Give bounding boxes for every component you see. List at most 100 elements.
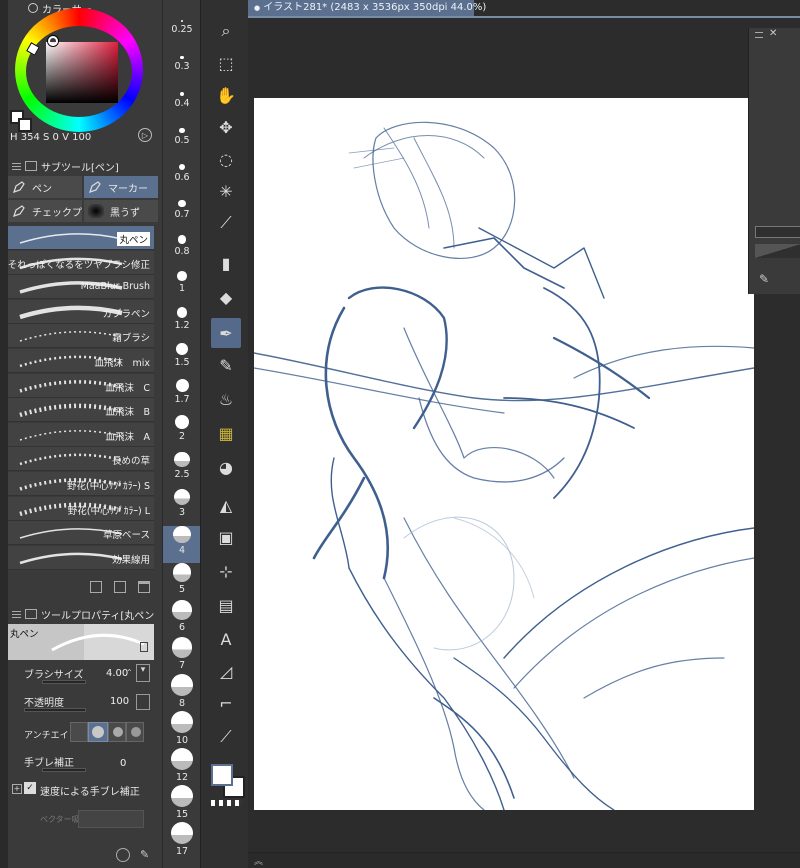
size-preset[interactable]: 1: [163, 267, 201, 304]
size-preset[interactable]: 7: [163, 637, 201, 674]
speed-stab-checkbox[interactable]: ✓: [24, 782, 36, 794]
line-correction-icon[interactable]: ⟋: [211, 722, 241, 752]
brush-size-spin-icon[interactable]: ⌃: [126, 668, 133, 677]
main-drawing-color[interactable]: [211, 764, 233, 786]
brush-item[interactable]: 野花(中心ｻﾌﾞｶﾗｰ) L: [8, 496, 154, 521]
fill-icon[interactable]: ◭: [211, 490, 241, 520]
tab-pen[interactable]: ペン: [8, 176, 82, 198]
expand-icon[interactable]: +: [12, 784, 22, 794]
brush-item[interactable]: 血飛沫 A: [8, 422, 154, 447]
duplicate-icon[interactable]: [114, 581, 126, 593]
document-tab[interactable]: ● イラスト281* (2483 x 3536px 350dpi 44.0%): [248, 0, 486, 16]
lock-icon[interactable]: [140, 642, 148, 652]
tab-check-pen[interactable]: チェックプ: [8, 200, 82, 222]
menu-icon[interactable]: [12, 610, 21, 618]
expand-up-icon[interactable]: ︽: [254, 854, 263, 867]
brush-item[interactable]: 血飛沫 C: [8, 373, 154, 398]
lasso-icon[interactable]: ◌: [211, 144, 241, 174]
brush-item[interactable]: 野花(中心ｻﾌﾞｶﾗｰ) S: [8, 472, 154, 496]
frame-icon[interactable]: ▤: [211, 590, 241, 620]
pen-icon[interactable]: ✒: [211, 318, 241, 348]
size-preset[interactable]: 0.5: [163, 119, 201, 156]
brush-item[interactable]: 丸ペン: [8, 226, 154, 250]
antialias-medium-icon[interactable]: [108, 722, 126, 742]
hue-cursor[interactable]: [48, 36, 58, 46]
size-label: 15: [175, 809, 189, 820]
size-preset[interactable]: 10: [163, 711, 201, 748]
text-icon[interactable]: A: [211, 624, 241, 654]
size-preset[interactable]: 0.7: [163, 193, 201, 230]
brush-item[interactable]: 血飛沫 B: [8, 398, 154, 423]
brush-item[interactable]: それっぽくなるをツヤブラシ修正: [8, 250, 154, 275]
size-preset[interactable]: 3: [163, 489, 201, 526]
brush-item[interactable]: 効果線用: [8, 545, 154, 570]
size-preset[interactable]: 1.5: [163, 341, 201, 378]
move-icon[interactable]: ✥: [211, 112, 241, 142]
size-preset[interactable]: 15: [163, 785, 201, 822]
transparent-color[interactable]: [211, 800, 243, 806]
brush-item[interactable]: 血飛沫 mix: [8, 349, 154, 373]
balloon-icon[interactable]: ◿: [211, 656, 241, 686]
size-preset[interactable]: 0.3: [163, 45, 201, 82]
eraser-icon[interactable]: ◆: [211, 282, 241, 312]
size-preset[interactable]: 2: [163, 415, 201, 452]
sub-color-swatch[interactable]: [18, 118, 32, 132]
zoom-icon[interactable]: ⌕: [211, 16, 241, 46]
float-close-icon[interactable]: ✕: [769, 28, 777, 39]
eyedropper-icon[interactable]: ⟋: [211, 208, 241, 238]
size-preset[interactable]: 0.25: [163, 8, 201, 45]
decoration-icon[interactable]: ▦: [211, 418, 241, 448]
pencil-icon[interactable]: ✎: [211, 350, 241, 380]
blend-icon[interactable]: ◕: [211, 452, 241, 482]
reset-icon[interactable]: [116, 848, 130, 862]
tab-marker[interactable]: マーカー: [84, 176, 158, 198]
antialias-strong-icon[interactable]: [126, 722, 144, 742]
size-preset[interactable]: 0.6: [163, 156, 201, 193]
size-preset[interactable]: 1.2: [163, 304, 201, 341]
stabilization-slider[interactable]: [42, 768, 86, 772]
h-value: 354: [20, 132, 40, 143]
marker-icon[interactable]: ▮: [211, 248, 241, 278]
gradient-icon[interactable]: ▣: [211, 522, 241, 552]
size-preset[interactable]: 0.8: [163, 230, 201, 267]
size-preset[interactable]: 17: [163, 822, 201, 859]
magic-wand-icon[interactable]: ✳: [211, 176, 241, 206]
size-preset[interactable]: 4: [163, 526, 201, 563]
trash-icon[interactable]: [138, 581, 150, 593]
settings-wrench-icon[interactable]: ✎: [140, 848, 154, 862]
size-preset[interactable]: 0.4: [163, 82, 201, 119]
size-preset[interactable]: 6: [163, 600, 201, 637]
opacity-slider[interactable]: [24, 708, 86, 712]
brush-item[interactable]: カブラペン: [8, 299, 154, 324]
tab-black-swirl[interactable]: 黒うず: [84, 200, 158, 222]
size-preset[interactable]: 2.5: [163, 452, 201, 489]
size-preset[interactable]: 8: [163, 674, 201, 711]
hand-icon[interactable]: ✋: [211, 80, 241, 110]
brush-item[interactable]: 草原ベース: [8, 521, 154, 546]
brush-item[interactable]: 長めの草: [8, 447, 154, 472]
antialias-weak-icon[interactable]: [88, 722, 108, 742]
size-preset[interactable]: 5: [163, 563, 201, 600]
size-preset[interactable]: 1.7: [163, 378, 201, 415]
drawing-canvas[interactable]: [253, 98, 755, 811]
float-slider-a[interactable]: [755, 226, 800, 238]
menu-icon[interactable]: [12, 162, 21, 170]
figure-icon[interactable]: ⊹: [211, 556, 241, 586]
float-eyedropper-icon[interactable]: ✎: [759, 272, 769, 286]
airbrush-icon[interactable]: ♨: [211, 384, 241, 414]
import-icon[interactable]: [90, 581, 102, 593]
brush-item[interactable]: 霜ブラシ: [8, 324, 154, 349]
ruler-icon[interactable]: ⌐: [211, 688, 241, 718]
brush-item[interactable]: MaaBlur Brush: [8, 275, 154, 300]
float-menu-icon[interactable]: [755, 32, 763, 38]
saturation-value-square[interactable]: [46, 42, 118, 103]
brush-size-slider[interactable]: [42, 680, 86, 684]
float-gradient-bar[interactable]: [755, 244, 800, 258]
vector-snap-options[interactable]: [78, 810, 144, 828]
antialias-none-icon[interactable]: [70, 722, 88, 742]
opacity-link-icon[interactable]: [136, 694, 150, 710]
play-icon[interactable]: ▷: [138, 128, 152, 142]
brush-size-stepper[interactable]: ▾: [136, 664, 150, 682]
object-icon[interactable]: ⬚: [211, 48, 241, 78]
size-preset[interactable]: 12: [163, 748, 201, 785]
